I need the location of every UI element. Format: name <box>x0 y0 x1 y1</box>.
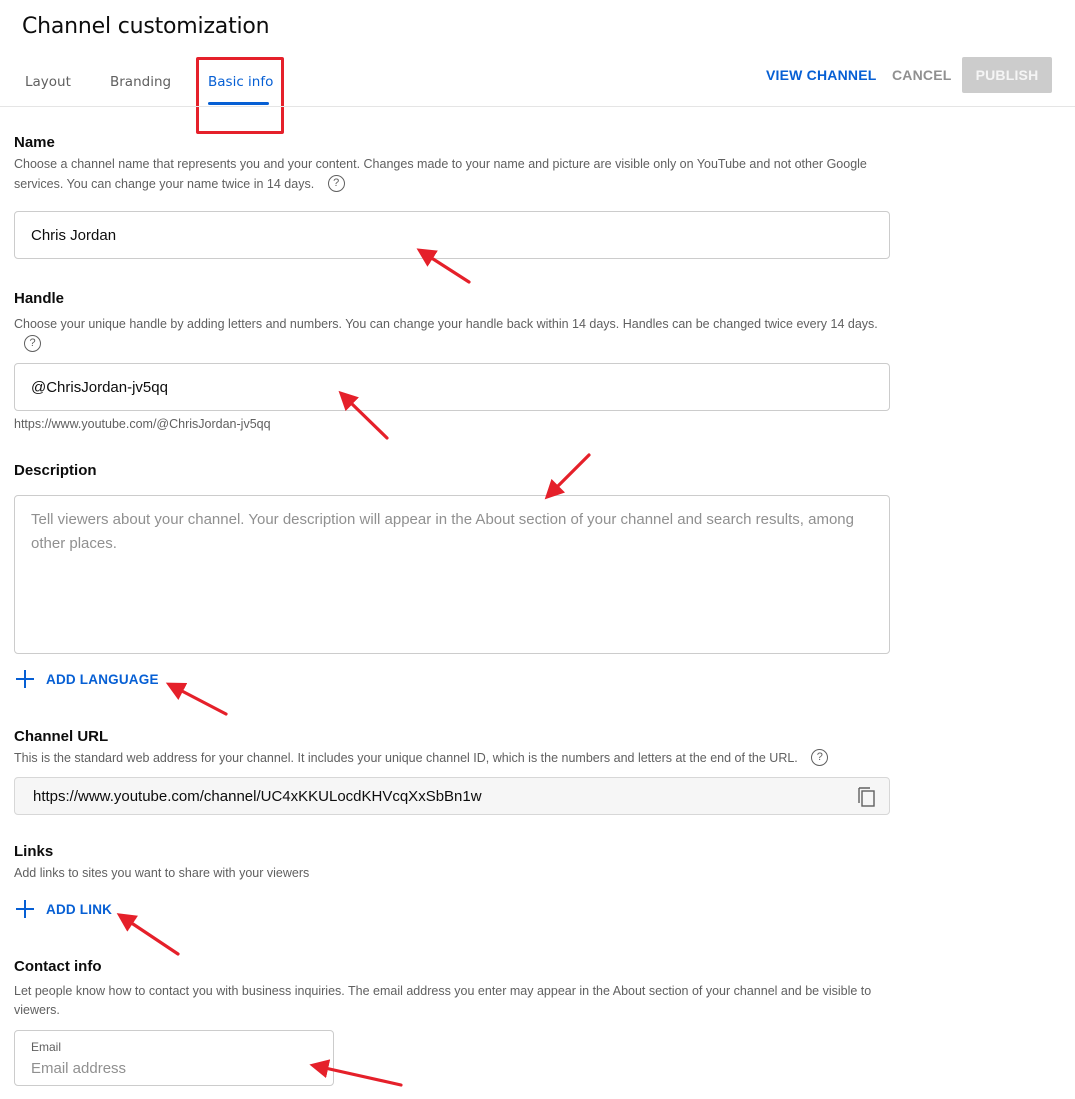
contact-section-description: Let people know how to contact you with … <box>14 984 872 1017</box>
view-channel-button[interactable]: VIEW CHANNEL <box>766 67 877 83</box>
tab-branding[interactable]: Branding <box>110 74 171 90</box>
add-language-label: ADD LANGUAGE <box>46 671 159 687</box>
contact-section-title: Contact info <box>14 958 102 975</box>
name-input-value: Chris Jordan <box>31 227 117 244</box>
handle-section-description: Choose your unique handle by adding lett… <box>14 314 884 354</box>
annotation-arrow <box>116 913 180 956</box>
annotation-arrow <box>544 453 591 500</box>
handle-section-title: Handle <box>14 290 65 307</box>
handle-input-value: @ChrisJordan-jv5qq <box>31 379 168 396</box>
add-link-label: ADD LINK <box>46 901 113 917</box>
description-placeholder: Tell viewers about your channel. Your de… <box>31 511 854 552</box>
annotation-highlight-box <box>196 57 284 134</box>
name-section-title: Name <box>14 134 55 151</box>
name-section-description: Choose a channel name that represents yo… <box>14 154 874 194</box>
plus-icon <box>14 668 36 690</box>
copy-icon[interactable] <box>857 785 877 807</box>
description-textarea[interactable]: Tell viewers about your channel. Your de… <box>14 495 890 654</box>
channel-url-section-description: This is the standard web address for you… <box>14 748 894 768</box>
handle-description-text: Choose your unique handle by adding lett… <box>14 317 878 331</box>
channel-url-section-title: Channel URL <box>14 728 109 745</box>
annotation-arrow <box>309 1059 403 1087</box>
links-section-title: Links <box>14 843 54 860</box>
email-placeholder: Email address <box>31 1060 127 1077</box>
email-label: Email <box>31 1040 62 1054</box>
handle-input[interactable]: @ChrisJordan-jv5qq <box>14 363 890 411</box>
email-field[interactable]: Email Email address <box>14 1030 334 1086</box>
plus-icon <box>14 898 36 920</box>
description-section-title: Description <box>14 462 97 479</box>
annotation-arrow <box>165 682 228 716</box>
publish-button[interactable]: PUBLISH <box>962 57 1052 93</box>
tab-layout[interactable]: Layout <box>25 74 71 90</box>
links-section-description: Add links to sites you want to share wit… <box>14 866 310 880</box>
page-title: Channel customization <box>22 14 270 39</box>
channel-url-field[interactable]: https://www.youtube.com/channel/UC4xKKUL… <box>14 777 890 815</box>
add-language-button[interactable]: ADD LANGUAGE <box>14 668 159 690</box>
header-divider <box>0 106 1075 107</box>
help-icon[interactable]: ? <box>327 175 345 193</box>
channel-url-description-text: This is the standard web address for you… <box>14 751 798 765</box>
annotation-arrow <box>416 248 471 284</box>
help-icon[interactable]: ? <box>24 335 41 353</box>
name-input[interactable]: Chris Jordan <box>14 211 890 259</box>
add-link-button[interactable]: ADD LINK <box>14 898 112 920</box>
help-icon[interactable]: ? <box>811 749 829 767</box>
channel-url-value: https://www.youtube.com/channel/UC4xKKUL… <box>33 788 482 805</box>
name-description-text: Choose a channel name that represents yo… <box>14 157 867 191</box>
cancel-button[interactable]: CANCEL <box>892 67 952 83</box>
handle-url: https://www.youtube.com/@ChrisJordan-jv5… <box>14 417 271 431</box>
